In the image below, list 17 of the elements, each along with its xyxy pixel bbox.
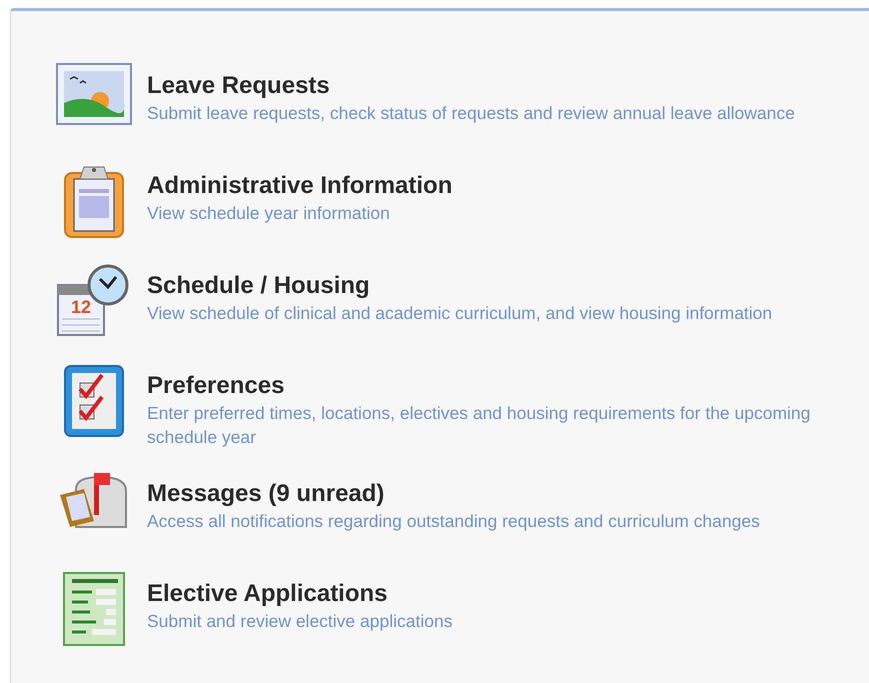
item-description: View schedule year information xyxy=(147,202,391,225)
form-document-icon xyxy=(62,571,126,647)
item-title[interactable]: Elective Applications xyxy=(147,579,859,609)
calendar-day-number: 12 xyxy=(70,297,92,317)
item-title[interactable]: Schedule / Housing xyxy=(147,271,859,301)
item-title[interactable]: Leave Requests xyxy=(147,71,859,101)
item-description: Submit leave requests, check status of requests and review annual leave allowance xyxy=(147,102,796,125)
item-title[interactable]: Messages (9 unread) xyxy=(147,479,859,509)
item-description: Submit and review elective applications xyxy=(147,610,454,633)
item-description: Access all notifications regarding outstanding requests and curriculum changes xyxy=(147,510,761,533)
item-title[interactable]: Administrative Information xyxy=(147,171,859,201)
item-title[interactable]: Preferences xyxy=(147,371,859,401)
checklist-icon xyxy=(62,363,126,439)
item-description: View schedule of clinical and academic curriculum, and view housing information xyxy=(147,302,774,325)
calendar-icon xyxy=(57,284,105,336)
item-description: Enter preferred times, locations, electives and housing requirements for the upcoming schedule year xyxy=(147,402,812,449)
landscape-picture-icon xyxy=(56,63,132,125)
